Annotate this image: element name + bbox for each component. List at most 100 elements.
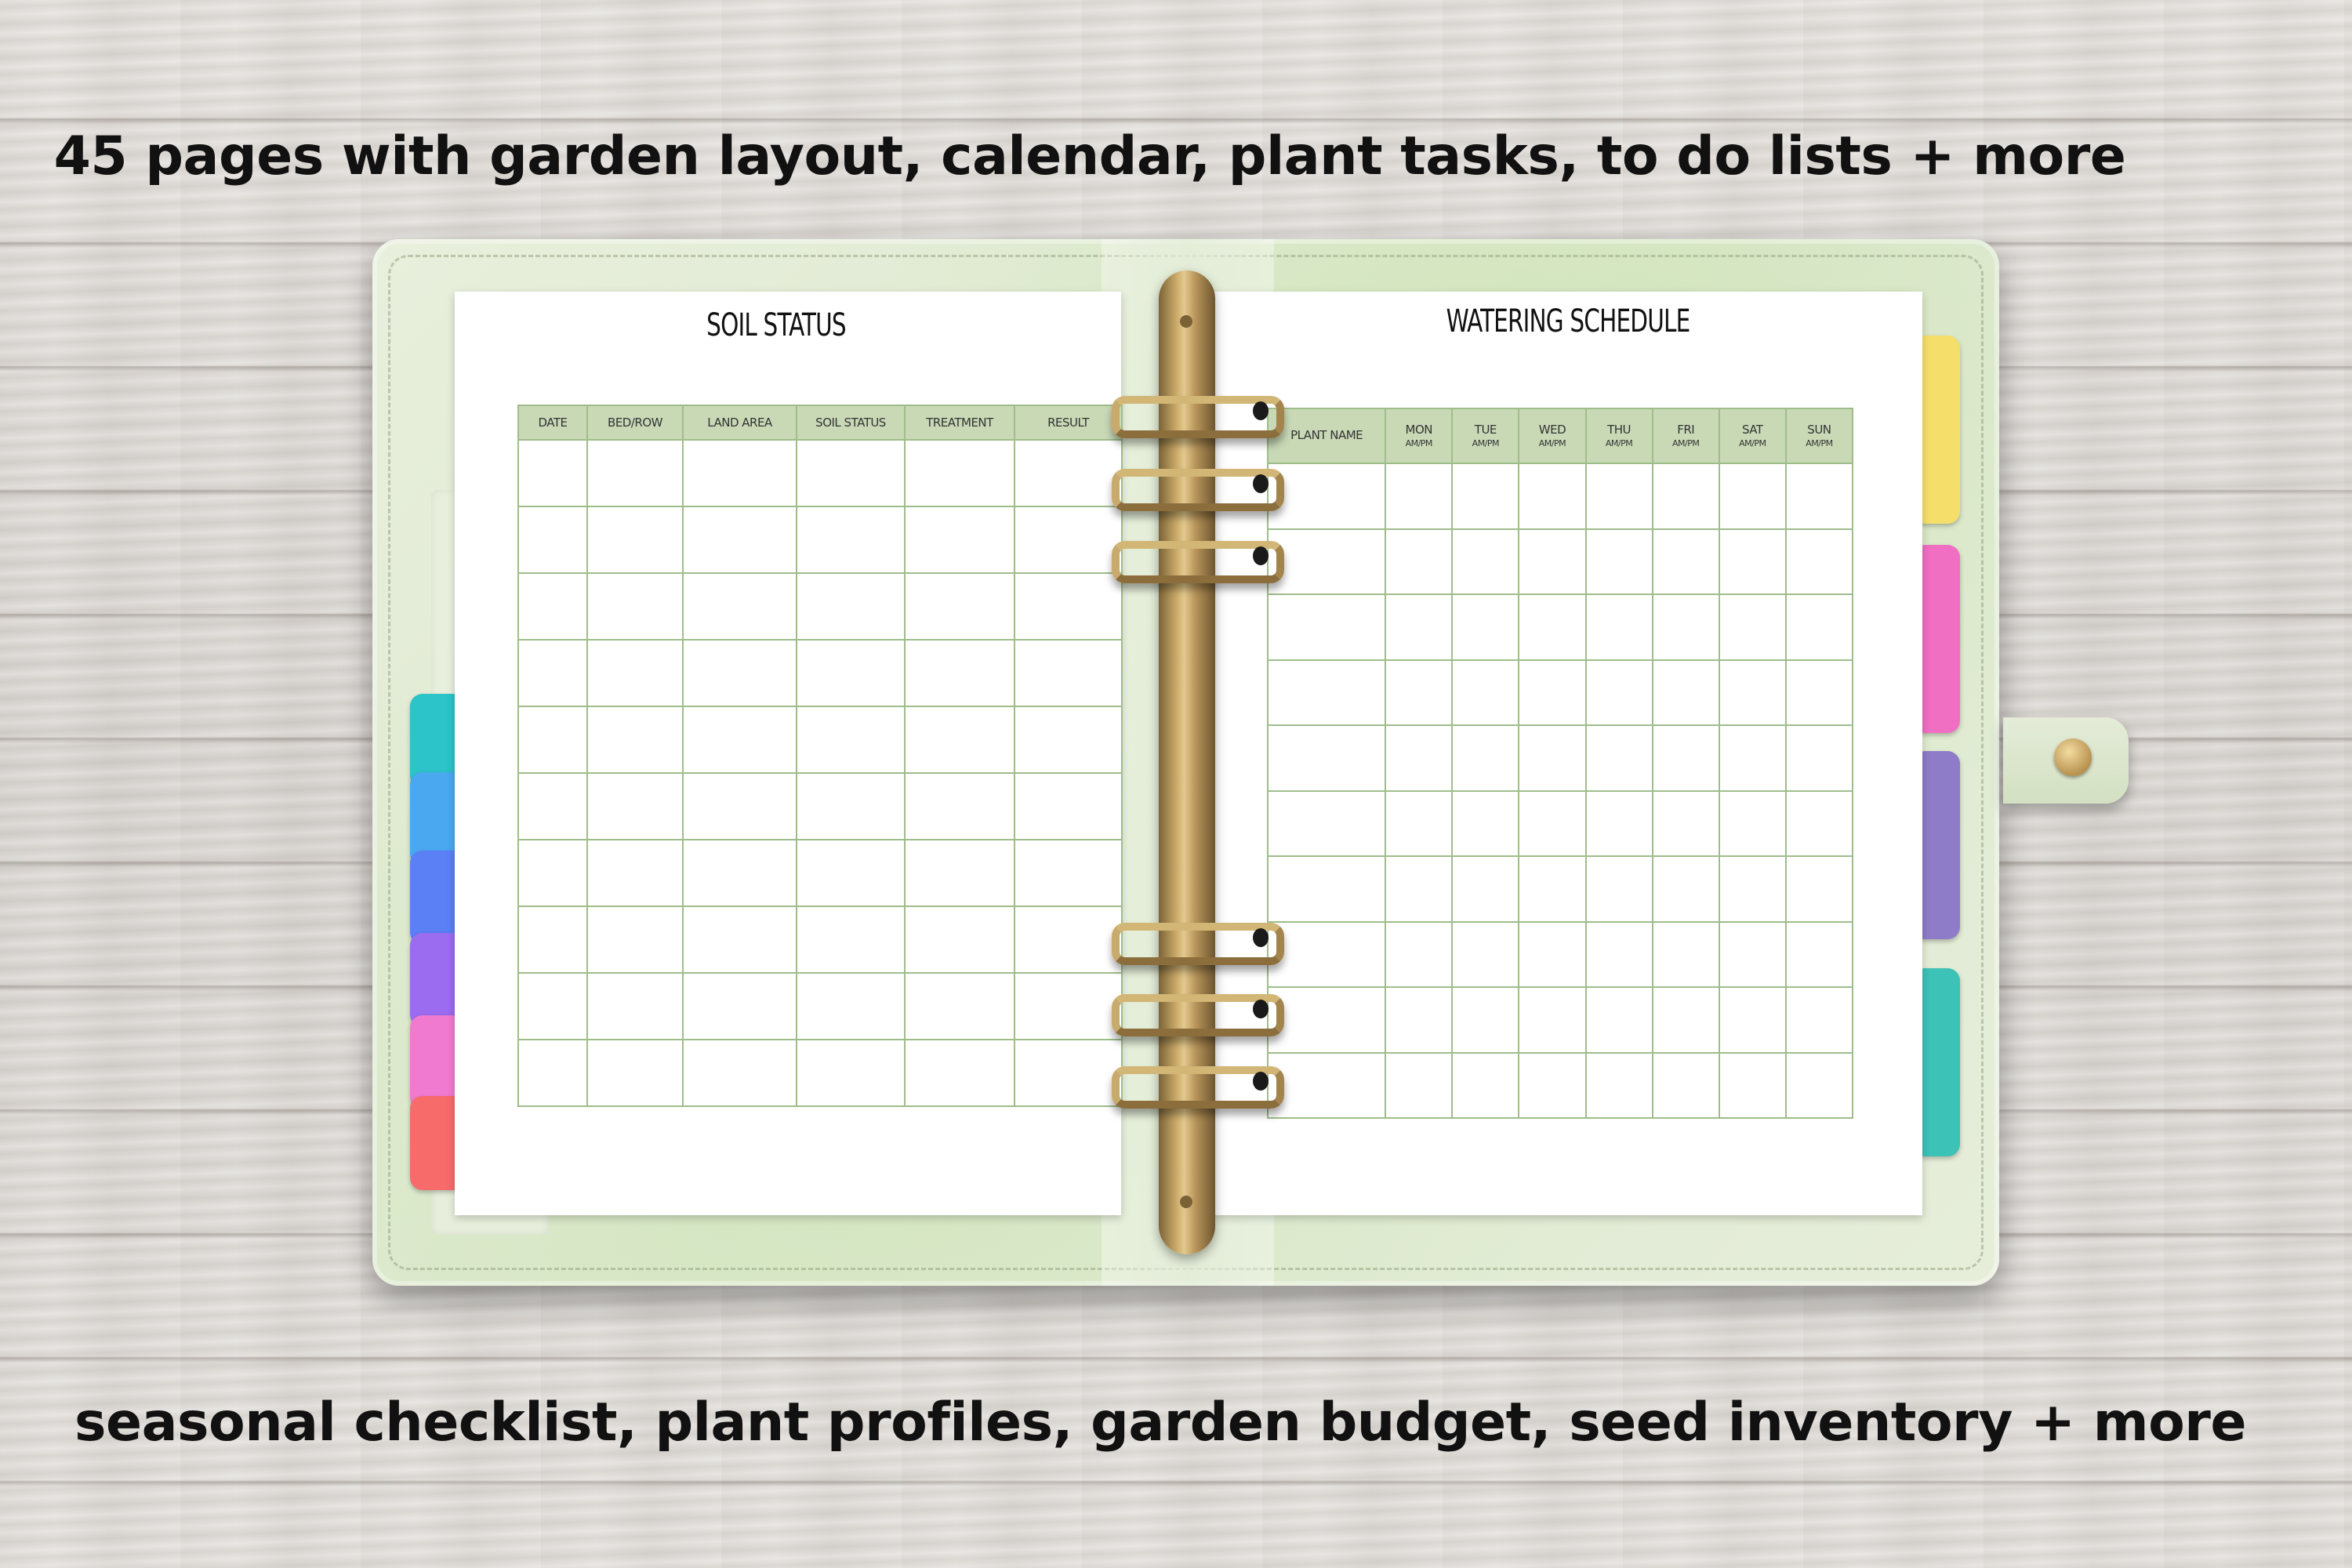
table-cell[interactable] (1014, 572, 1123, 641)
table-cell[interactable] (796, 639, 906, 707)
table-cell[interactable] (1651, 659, 1720, 726)
table-cell[interactable] (796, 506, 906, 574)
table-cell[interactable] (1651, 855, 1720, 923)
table-cell[interactable] (1718, 593, 1787, 661)
table-cell[interactable] (517, 706, 588, 774)
table-cell[interactable] (1451, 724, 1520, 792)
table-cell[interactable] (1518, 986, 1587, 1054)
table-cell[interactable] (1451, 659, 1520, 726)
table-cell[interactable] (1266, 986, 1387, 1054)
table-cell[interactable] (1784, 659, 1854, 726)
table-cell[interactable] (796, 772, 906, 840)
table-cell[interactable] (517, 972, 588, 1040)
table-cell[interactable] (1451, 986, 1520, 1054)
table-cell[interactable] (517, 439, 588, 507)
table-cell[interactable] (1718, 463, 1787, 530)
table-cell[interactable] (796, 572, 906, 641)
table-cell[interactable] (1784, 724, 1854, 792)
table-cell[interactable] (796, 906, 906, 974)
table-cell[interactable] (1651, 920, 1720, 988)
table-cell[interactable] (1266, 463, 1387, 530)
table-cell[interactable] (682, 972, 797, 1040)
table-cell[interactable] (1451, 463, 1520, 530)
table-cell[interactable] (1385, 463, 1454, 530)
table-cell[interactable] (586, 439, 684, 507)
table-cell[interactable] (1718, 920, 1787, 988)
table-cell[interactable] (1584, 463, 1653, 530)
table-cell[interactable] (1718, 528, 1787, 595)
table-cell[interactable] (1584, 724, 1653, 792)
table-cell[interactable] (1266, 789, 1387, 857)
table-cell[interactable] (682, 1039, 797, 1107)
table-cell[interactable] (1266, 1051, 1387, 1119)
table-cell[interactable] (1266, 855, 1387, 923)
table-cell[interactable] (1385, 855, 1454, 923)
table-cell[interactable] (682, 772, 797, 840)
table-cell[interactable] (1451, 920, 1520, 988)
table-cell[interactable] (1584, 789, 1653, 857)
table-cell[interactable] (904, 972, 1015, 1040)
table-cell[interactable] (1385, 920, 1454, 988)
table-cell[interactable] (1784, 920, 1854, 988)
table-cell[interactable] (904, 572, 1015, 641)
table-cell[interactable] (796, 972, 906, 1040)
table-cell[interactable] (586, 906, 684, 974)
table-cell[interactable] (1014, 706, 1123, 774)
table-cell[interactable] (517, 839, 588, 907)
table-cell[interactable] (1014, 506, 1123, 574)
table-cell[interactable] (1385, 1051, 1454, 1119)
table-cell[interactable] (1718, 986, 1787, 1054)
table-cell[interactable] (1584, 659, 1653, 726)
table-cell[interactable] (1784, 528, 1854, 595)
table-cell[interactable] (1014, 972, 1123, 1040)
table-cell[interactable] (517, 572, 588, 641)
table-cell[interactable] (586, 572, 684, 641)
table-cell[interactable] (1385, 789, 1454, 857)
table-cell[interactable] (1014, 439, 1123, 507)
table-cell[interactable] (1651, 986, 1720, 1054)
table-cell[interactable] (1584, 593, 1653, 661)
table-cell[interactable] (1718, 659, 1787, 726)
table-cell[interactable] (1784, 855, 1854, 923)
table-cell[interactable] (682, 906, 797, 974)
table-cell[interactable] (1518, 463, 1587, 530)
table-cell[interactable] (1784, 1051, 1854, 1119)
table-cell[interactable] (1385, 724, 1454, 792)
table-cell[interactable] (796, 439, 906, 507)
table-cell[interactable] (1451, 789, 1520, 857)
table-cell[interactable] (517, 1039, 588, 1107)
table-cell[interactable] (1385, 593, 1454, 661)
table-cell[interactable] (1014, 639, 1123, 707)
table-cell[interactable] (1451, 593, 1520, 661)
table-cell[interactable] (1651, 1051, 1720, 1119)
table-cell[interactable] (682, 839, 797, 907)
table-cell[interactable] (1266, 724, 1387, 792)
table-cell[interactable] (1451, 855, 1520, 923)
table-cell[interactable] (1651, 463, 1720, 530)
table-cell[interactable] (1651, 724, 1720, 792)
table-cell[interactable] (1014, 1039, 1123, 1107)
table-cell[interactable] (517, 772, 588, 840)
table-cell[interactable] (1518, 724, 1587, 792)
table-cell[interactable] (1518, 593, 1587, 661)
table-cell[interactable] (682, 439, 797, 507)
table-cell[interactable] (1266, 920, 1387, 988)
table-cell[interactable] (1584, 986, 1653, 1054)
table-cell[interactable] (796, 839, 906, 907)
table-cell[interactable] (904, 506, 1015, 574)
table-cell[interactable] (904, 906, 1015, 974)
table-cell[interactable] (586, 1039, 684, 1107)
table-cell[interactable] (1718, 724, 1787, 792)
table-cell[interactable] (586, 639, 684, 707)
table-cell[interactable] (1584, 920, 1653, 988)
table-cell[interactable] (682, 506, 797, 574)
table-cell[interactable] (904, 1039, 1015, 1107)
table-cell[interactable] (1385, 659, 1454, 726)
table-cell[interactable] (1718, 789, 1787, 857)
table-cell[interactable] (1784, 593, 1854, 661)
table-cell[interactable] (1584, 1051, 1653, 1119)
table-cell[interactable] (904, 772, 1015, 840)
table-cell[interactable] (904, 706, 1015, 774)
table-cell[interactable] (1266, 593, 1387, 661)
table-cell[interactable] (682, 706, 797, 774)
